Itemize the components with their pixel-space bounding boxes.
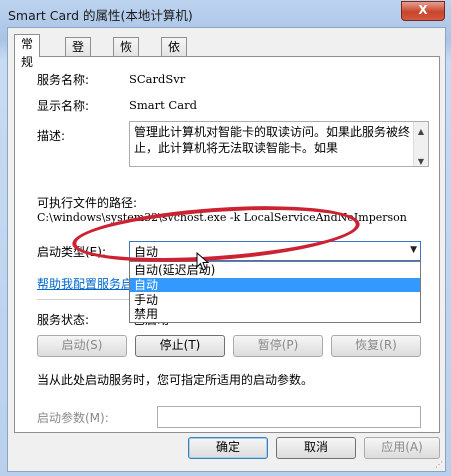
mouse-cursor-icon	[196, 252, 210, 271]
service-name-label: 服务名称:	[37, 73, 90, 87]
option-auto-delayed[interactable]: 自动(延迟启动)	[130, 263, 420, 277]
service-status-label: 服务状态:	[37, 313, 90, 327]
start-params-label: 启动参数(M):	[37, 411, 109, 425]
ok-button[interactable]: 确定	[188, 437, 268, 459]
description-label: 描述:	[37, 129, 66, 143]
description-text: 管理此计算机对智能卡的取读访问。如果此服务被终止，此计算机将无法取读智能卡。如果	[134, 125, 411, 155]
startup-type-dropdown: 自动(延迟启动) 自动 手动 禁用	[129, 261, 421, 323]
chevron-down-icon[interactable]: ▼	[410, 245, 417, 255]
path-label: 可执行文件的路径:	[37, 196, 138, 210]
resume-button[interactable]: 恢复(R)	[331, 335, 421, 357]
tab-logon[interactable]: 登录	[65, 37, 92, 72]
close-button[interactable]: X	[401, 1, 445, 21]
description-box[interactable]: 管理此计算机对智能卡的取读访问。如果此服务被终止，此计算机将无法取读智能卡。如果…	[129, 121, 429, 167]
display-name-label: 显示名称:	[37, 99, 90, 113]
pause-button[interactable]: 暂停(P)	[233, 335, 323, 357]
title-bar[interactable]: Smart Card 的属性(本地计算机) X	[0, 0, 451, 26]
option-manual[interactable]: 手动	[130, 293, 420, 307]
scroll-up-icon[interactable]: ▲	[416, 124, 426, 136]
resize-grip-icon[interactable]: ⋰	[435, 460, 443, 469]
apply-button[interactable]: 应用(A)	[364, 437, 440, 459]
tab-recovery[interactable]: 恢复	[113, 37, 140, 72]
window-title: Smart Card 的属性(本地计算机)	[8, 8, 193, 23]
start-params-input[interactable]	[157, 406, 421, 428]
display-name-value: Smart Card	[129, 98, 197, 112]
description-scrollbar[interactable]: ▲ ▼	[413, 122, 428, 166]
start-button[interactable]: 启动(S)	[37, 335, 127, 357]
cancel-button[interactable]: 取消	[276, 437, 356, 459]
tab-general[interactable]: 常规	[14, 34, 41, 69]
start-params-hint: 当从此处启动服务时，您可指定所适用的启动参数。	[37, 373, 314, 387]
service-name-value: SCardSvr	[129, 72, 186, 86]
scroll-down-icon[interactable]: ▼	[416, 154, 426, 166]
stop-button[interactable]: 停止(T)	[135, 335, 225, 357]
properties-window: Smart Card 的属性(本地计算机) X 常规 登录 恢复 依存关系 服务…	[0, 0, 451, 476]
option-disabled[interactable]: 禁用	[130, 307, 420, 321]
option-auto[interactable]: 自动	[130, 278, 420, 292]
tab-dependencies[interactable]: 依存关系	[161, 37, 188, 108]
